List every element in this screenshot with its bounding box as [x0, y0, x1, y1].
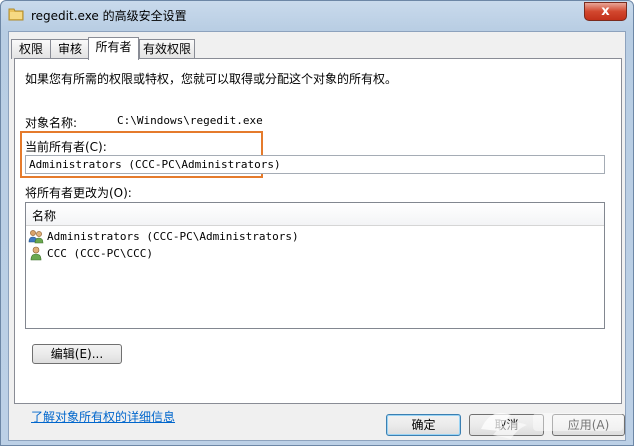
dialog-client: 权限 审核 所有者 有效权限 如果您有所需的权限或特权，您就可以取得或分配这个对… [8, 31, 626, 441]
column-name-label: 名称 [32, 209, 57, 223]
watermark-logo [481, 412, 623, 439]
list-item[interactable]: Administrators (CCC-PC\Administrators) [28, 228, 328, 245]
ok-button[interactable]: 确定 [386, 414, 461, 436]
object-name-label: 对象名称: [25, 116, 78, 130]
edit-button[interactable]: 编辑(E)... [32, 344, 122, 364]
dialog-window: regedit.exe 的高级安全设置 x 权限 审核 所有者 有效权限 如果您… [0, 0, 634, 446]
user-group-icon [28, 230, 44, 244]
change-owner-label: 将所有者更改为(O): [25, 186, 132, 200]
owner-candidates-list[interactable]: 名称 Administrators (CCC-PC\Administrators… [25, 202, 605, 329]
tab-auditing[interactable]: 审核 [50, 39, 90, 59]
folder-icon [8, 8, 24, 21]
close-button[interactable]: x [584, 2, 627, 21]
list-item[interactable]: CCC (CCC-PC\CCC) [28, 245, 328, 262]
window-title: regedit.exe 的高级安全设置 [31, 9, 187, 23]
list-column-header[interactable]: 名称 [26, 203, 604, 226]
list-item-label: Administrators (CCC-PC\Administrators) [47, 230, 299, 243]
close-icon: x [601, 4, 610, 19]
current-owner-label: 当前所有者(C): [25, 140, 107, 154]
tab-permissions[interactable]: 权限 [11, 39, 51, 59]
intro-text: 如果您有所需的权限或特权，您就可以取得或分配这个对象的所有权。 [25, 72, 398, 86]
current-owner-field[interactable]: Administrators (CCC-PC\Administrators) [25, 155, 605, 174]
list-item-label: CCC (CCC-PC\CCC) [47, 247, 153, 260]
object-name-value: C:\Windows\regedit.exe [117, 114, 263, 127]
ownership-help-link[interactable]: 了解对象所有权的详细信息 [31, 408, 175, 425]
tab-owner[interactable]: 所有者 [88, 37, 139, 60]
tab-effective-permissions[interactable]: 有效权限 [139, 39, 195, 59]
title-bar[interactable]: regedit.exe 的高级安全设置 x [1, 1, 633, 29]
owner-tab-panel: 如果您有所需的权限或特权，您就可以取得或分配这个对象的所有权。 对象名称: C:… [14, 58, 622, 424]
user-icon [30, 246, 42, 261]
